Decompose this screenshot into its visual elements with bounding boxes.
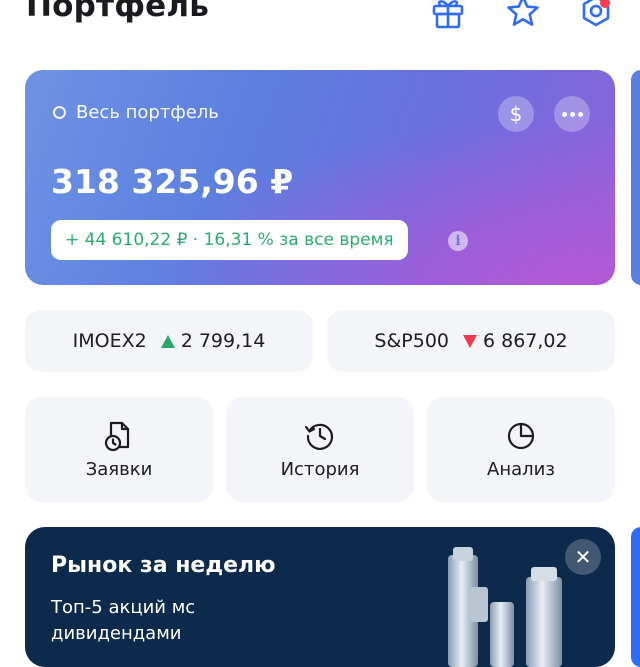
portfolio-total-value: 318 325,96 ₽	[51, 162, 294, 201]
next-card-peek	[631, 70, 640, 285]
analysis-button[interactable]: Анализ	[427, 397, 615, 502]
pie-chart-icon	[504, 419, 538, 453]
trend-up-icon	[160, 334, 175, 348]
currency-button[interactable]: $	[498, 96, 534, 132]
index-value: 2 799,14	[180, 330, 266, 352]
radio-icon	[53, 106, 66, 119]
more-dots-icon	[561, 111, 583, 117]
orders-label: Заявки	[85, 459, 153, 480]
more-options-button[interactable]	[554, 96, 590, 132]
index-name: S&P500	[374, 330, 449, 352]
dollar-icon: $	[509, 102, 523, 126]
page-title: Портфель	[26, 0, 210, 24]
banner-subtitle: Топ-5 акций мс дивидендами	[51, 597, 196, 644]
index-tile-imoex2[interactable]: IMOEX2 2 799,14	[25, 310, 313, 372]
banner-title: Рынок за неделю	[51, 553, 276, 578]
history-icon	[303, 419, 337, 453]
market-week-banner[interactable]: Рынок за неделю Топ-5 акций мс дивиденда…	[25, 527, 615, 667]
portfolio-selector[interactable]: Весь портфель	[53, 102, 219, 123]
info-icon[interactable]: i	[448, 231, 468, 251]
portfolio-selector-label: Весь портфель	[76, 102, 219, 123]
trend-down-icon	[463, 334, 477, 348]
close-banner-button[interactable]: ✕	[565, 539, 601, 575]
portfolio-change-badge: + 44 610,22 ₽ · 16,31 % за все время	[51, 220, 408, 260]
close-icon: ✕	[574, 545, 592, 569]
index-value: 6 867,02	[483, 330, 568, 352]
history-button[interactable]: История	[226, 397, 414, 502]
star-icon[interactable]	[505, 0, 541, 30]
next-banner-peek	[631, 527, 640, 667]
index-tile-sp500[interactable]: S&P500 6 867,02	[327, 310, 615, 372]
portfolio-card[interactable]: Весь портфель $ 318 325,96 ₽ + 44 610,22…	[25, 70, 615, 285]
orders-clock-icon	[102, 419, 136, 453]
index-name: IMOEX2	[72, 330, 147, 352]
history-label: История	[280, 459, 360, 480]
analysis-label: Анализ	[487, 459, 555, 480]
orders-button[interactable]: Заявки	[25, 397, 213, 502]
gift-icon[interactable]	[430, 0, 466, 30]
